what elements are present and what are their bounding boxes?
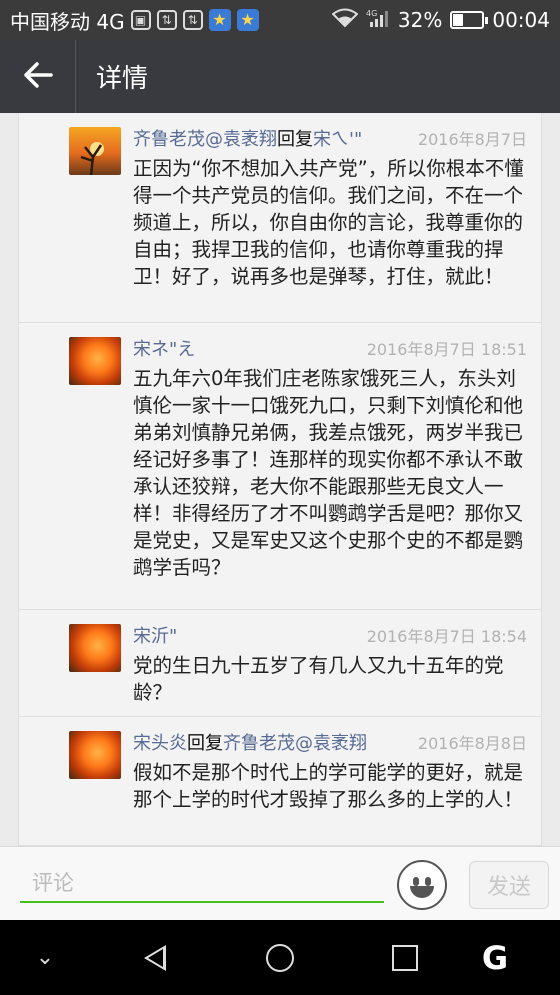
battery-percent: 32% (397, 8, 443, 32)
comment-text[interactable]: 党的生日九十五岁了有几人又九十五年的党龄？ (133, 652, 527, 706)
back-triangle-icon[interactable] (130, 920, 180, 995)
comment-time: 2016年8月7日 18:51 (366, 340, 527, 359)
avatar[interactable] (69, 731, 121, 779)
comment-time: 2016年8月7日 18:54 (366, 627, 527, 646)
system-nav-bar: ⌄ G (0, 920, 560, 995)
google-g-icon[interactable]: G (470, 920, 520, 995)
sync-notification-icon-2: ⇅ (182, 10, 203, 30)
comment-author[interactable]: 齐鲁老茂@袁袤翔 (133, 125, 277, 151)
battery-fill (453, 14, 463, 26)
comment-text[interactable]: 五九年六0年我们庄老陈家饿死三人，东头刘慎伦一家十一口饿死九口，只剩下刘慎伦和他… (133, 365, 527, 581)
reply-label: 回复 (277, 129, 313, 150)
status-bar: 中国移动 4G ▣ ⇅ ⇅ ★ ★ 4G 32% 00:04 (0, 0, 560, 40)
chevron-down-icon[interactable]: ⌄ (20, 920, 70, 995)
home-circle-icon[interactable] (255, 920, 305, 995)
comment-author[interactable]: 宋沂" (133, 622, 177, 648)
recents-square-icon[interactable] (380, 920, 430, 995)
reply-target[interactable]: 齐鲁老茂@袁袤翔 (223, 729, 367, 755)
app-header: 详情 (0, 40, 560, 113)
comment-text[interactable]: 假如不是那个时代上的学可能学的更好，就是那个上学的时代才毁掉了那么多的上学的人！ (133, 759, 527, 813)
avatar[interactable] (69, 337, 121, 385)
image-notification-icon: ▣ (130, 10, 151, 30)
comment-input-bar: 发送 (0, 846, 560, 920)
comment-text[interactable]: 正因为“你不想加入共产党”，所以你根本不懂得一个共产党员的信仰。我们之间，不在一… (133, 155, 527, 290)
signal-icon: 4G (366, 8, 390, 33)
svg-text:4G: 4G (366, 9, 377, 18)
comment-time: 2016年8月8日 (417, 734, 527, 753)
reply-label: 回复 (187, 733, 223, 754)
reply-target[interactable]: 宋ㄟ'" (313, 125, 362, 151)
comment-input[interactable] (20, 865, 384, 903)
sync-notification-icon: ⇅ (156, 10, 177, 30)
comment-item: 宋沂" 2016年8月7日 18:54 党的生日九十五岁了有几人又九十五年的党龄… (19, 610, 541, 717)
smiley-icon[interactable] (397, 860, 447, 910)
comment-item: 宋ネ"え 2016年8月7日 18:51 五九年六0年我们庄老陈家饿死三人，东头… (19, 323, 541, 610)
avatar[interactable] (69, 624, 121, 672)
battery-icon (450, 11, 489, 29)
send-button[interactable]: 发送 (469, 861, 549, 909)
back-button[interactable] (0, 40, 76, 113)
comment-item: 宋头炎 回复 齐鲁老茂@袁袤翔 2016年8月8日 假如不是那个时代上的学可能学… (19, 717, 541, 846)
comment-list[interactable]: 齐鲁老茂@袁袤翔 回复 宋ㄟ'" 2016年8月7日 正因为“你不想加入共产党”… (18, 113, 542, 846)
wifi-icon (331, 8, 359, 33)
avatar[interactable] (69, 127, 121, 175)
comment-time: 2016年8月7日 (417, 130, 527, 149)
carrier-label: 中国移动 4G (10, 9, 125, 34)
star-app-icon-2: ★ (236, 9, 259, 31)
arrow-left-icon (23, 57, 53, 97)
comment-author[interactable]: 宋头炎 (133, 729, 187, 755)
page-title: 详情 (96, 64, 149, 94)
comment-item: 齐鲁老茂@袁袤翔 回复 宋ㄟ'" 2016年8月7日 正因为“你不想加入共产党”… (19, 113, 541, 323)
star-app-icon: ★ (208, 9, 231, 31)
comment-author[interactable]: 宋ネ"え (133, 335, 195, 361)
clock: 00:04 (492, 8, 550, 32)
